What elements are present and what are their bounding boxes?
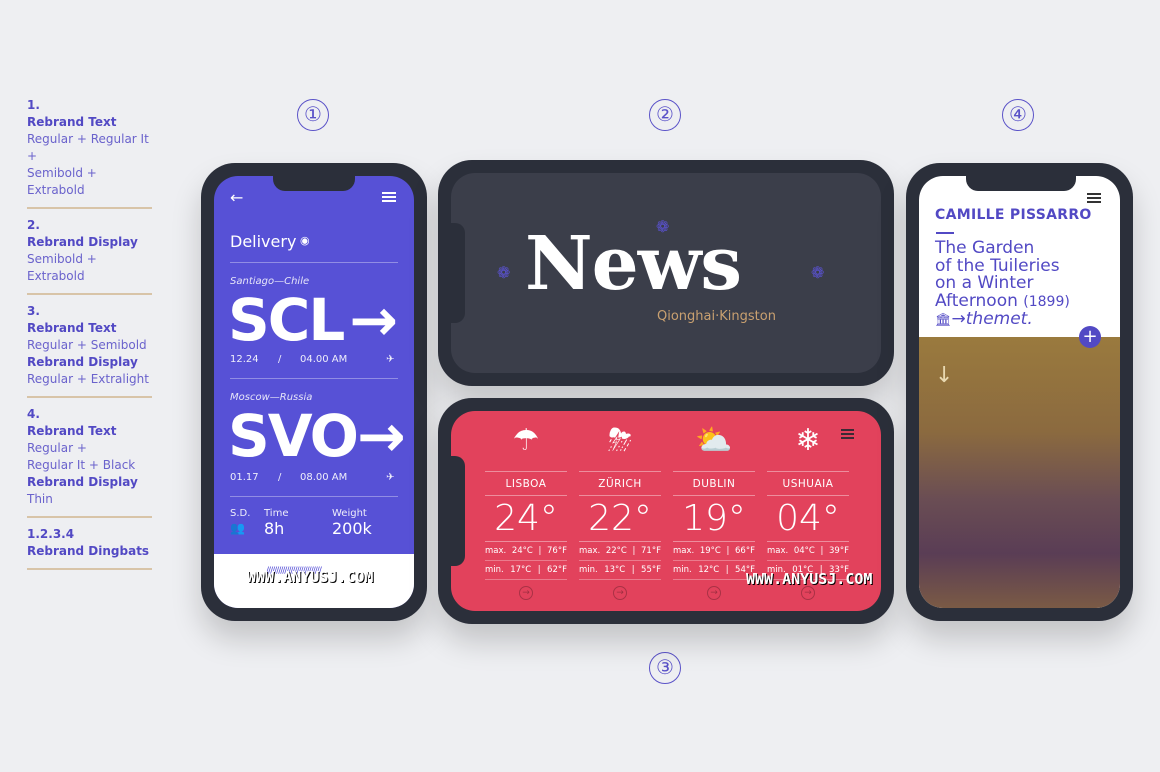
step-number-1: ① bbox=[297, 99, 329, 131]
font-weights: Regular It + Black bbox=[27, 458, 136, 472]
legend-group: 1.2.3.4 Rebrand Dingbats bbox=[27, 526, 152, 570]
arrow-down-icon[interactable]: ↓ bbox=[935, 363, 953, 388]
separator: / bbox=[278, 354, 282, 365]
weight-label: Weight bbox=[332, 508, 367, 519]
legend-group: 2. Rebrand Display Semibold + Extrabold bbox=[27, 217, 152, 295]
font-weights: Semibold + Extrabold bbox=[27, 166, 97, 197]
min-row: min. 13°C | 55°F bbox=[579, 561, 661, 580]
max-row: max. 22°C | 71°F bbox=[579, 542, 661, 561]
city-weather-card: ⛅ DUBLIN 19° max. 19°C | 66°F min. 12°C | 54°F… bbox=[673, 411, 755, 600]
menu-icon[interactable] bbox=[382, 192, 396, 202]
font-weights: Regular + Semibold bbox=[27, 338, 147, 352]
watermark: WWW.ANYUSJ.COM bbox=[746, 570, 873, 588]
temperature: 24° bbox=[485, 496, 567, 542]
font-family-name: Rebrand Display bbox=[27, 475, 138, 489]
partly-sunny-icon: ⛅ bbox=[695, 423, 733, 458]
font-legend: 1. Rebrand Text Regular + Regular It + Semi… bbox=[27, 97, 152, 578]
news-title: News bbox=[525, 221, 742, 307]
time-value: 8h bbox=[264, 519, 285, 538]
artwork-title: The Garden of the Tuileries on a Winter Af… bbox=[935, 238, 1070, 329]
max-row: max. 24°C | 76°F bbox=[485, 542, 567, 561]
time-label: Time bbox=[264, 508, 289, 519]
takeoff-icon: ✈ bbox=[386, 354, 395, 365]
legend-number: 2. bbox=[27, 218, 40, 232]
legend-group: 4. Rebrand Text Regular + Regular It + Blac… bbox=[27, 406, 152, 518]
legend-number: 1.2.3.4 bbox=[27, 527, 75, 541]
landing-icon: ✈ bbox=[386, 472, 395, 483]
back-arrow-icon[interactable]: ← bbox=[230, 188, 243, 207]
phone-art: CAMILLE PISSARRO The Garden of the Tuiler… bbox=[906, 163, 1133, 621]
step-number-4: ④ bbox=[1002, 99, 1034, 131]
destination-code: SVO→ bbox=[228, 402, 406, 470]
origin-time: 04.00 AM bbox=[300, 354, 348, 365]
phone-weather: ☂ LISBOA 24° max. 24°C | 76°F min. 17°C | 62°F… bbox=[438, 398, 894, 624]
arrow-right-icon[interactable]: → bbox=[519, 586, 533, 600]
min-row: min. 17°C | 62°F bbox=[485, 561, 567, 580]
font-family-name: Rebrand Dingbats bbox=[27, 544, 150, 558]
destination-time: 08.00 AM bbox=[300, 472, 348, 483]
weight-value: 200k bbox=[332, 519, 372, 538]
storm-cloud-icon: ⛈ bbox=[608, 423, 632, 458]
legend-group: 3. Rebrand Text Regular + Semibold Rebrand … bbox=[27, 303, 152, 398]
dingbat-icon: ❁ bbox=[497, 263, 511, 282]
painting-image: ↓ bbox=[919, 337, 1120, 608]
legend-number: 1. bbox=[27, 98, 40, 112]
max-row: max. 19°C | 66°F bbox=[673, 542, 755, 561]
temperature: 22° bbox=[579, 496, 661, 542]
news-subtitle: Qionghai·Kingston bbox=[657, 309, 776, 324]
legend-number: 3. bbox=[27, 304, 40, 318]
min-row: min. 12°C | 54°F bbox=[673, 561, 755, 580]
step-number-3: ③ bbox=[649, 652, 681, 684]
artist-name: CAMILLE PISSARRO bbox=[935, 207, 1092, 223]
add-button[interactable]: + bbox=[1079, 326, 1101, 348]
font-family-name: Rebrand Display bbox=[27, 235, 138, 249]
arrow-right-icon[interactable]: → bbox=[707, 586, 721, 600]
font-weights: Regular + Regular It + bbox=[27, 132, 149, 163]
city-weather-card: ⛈ ZÜRICH 22° max. 22°C | 71°F min. 13°C | 55°F… bbox=[579, 411, 661, 600]
phone-delivery: ← Delivery ◉ Santiago—Chile SCL → 12.24 /… bbox=[201, 163, 427, 621]
legend-number: 4. bbox=[27, 407, 40, 421]
legend-group: 1. Rebrand Text Regular + Regular It + Semi… bbox=[27, 97, 152, 209]
city-weather-card: ☂ LISBOA 24° max. 24°C | 76°F min. 17°C | 62°F… bbox=[485, 411, 567, 600]
people-icon: 👥 bbox=[230, 521, 245, 535]
destination-date: 01.17 bbox=[230, 472, 259, 483]
met-link[interactable]: →themet. bbox=[952, 309, 1033, 329]
dingbat-icon: ❁ bbox=[811, 263, 825, 282]
origin-date: 12.24 bbox=[230, 354, 259, 365]
snow-cloud-icon: ❄ bbox=[795, 423, 821, 458]
sd-label: S.D. bbox=[230, 508, 251, 519]
temperature: 19° bbox=[673, 496, 755, 542]
step-number-2: ② bbox=[649, 99, 681, 131]
font-family-name: Rebrand Text bbox=[27, 321, 117, 335]
rain-cloud-icon: ☂ bbox=[512, 423, 540, 458]
font-weights: Regular + bbox=[27, 441, 87, 455]
phone-news: ❁ ❁ ❁ News Qionghai·Kingston bbox=[438, 160, 894, 386]
menu-icon[interactable] bbox=[1087, 193, 1101, 203]
max-row: max. 04°C | 39°F bbox=[767, 542, 849, 561]
font-family-name: Rebrand Text bbox=[27, 115, 117, 129]
arrow-right-icon[interactable]: → bbox=[801, 586, 815, 600]
city-name: USHUAIA bbox=[767, 471, 849, 496]
font-weights: Regular + Extralight bbox=[27, 372, 149, 386]
font-family-name: Rebrand Display bbox=[27, 355, 138, 369]
eye-icon: ◉ bbox=[300, 234, 310, 247]
delivery-title: Delivery bbox=[230, 232, 297, 251]
city-name: LISBOA bbox=[485, 471, 567, 496]
separator: / bbox=[278, 472, 282, 483]
watermark: WWW.ANYUSJ.COM bbox=[247, 568, 374, 586]
museum-icon: 🏛 bbox=[935, 313, 952, 328]
origin-code: SCL → bbox=[228, 286, 398, 354]
font-weights: Thin bbox=[27, 492, 53, 506]
arrow-right-icon[interactable]: → bbox=[613, 586, 627, 600]
city-name: DUBLIN bbox=[673, 471, 755, 496]
font-weights: Semibold + Extrabold bbox=[27, 252, 97, 283]
city-name: ZÜRICH bbox=[579, 471, 661, 496]
font-family-name: Rebrand Text bbox=[27, 424, 117, 438]
temperature: 04° bbox=[767, 496, 849, 542]
